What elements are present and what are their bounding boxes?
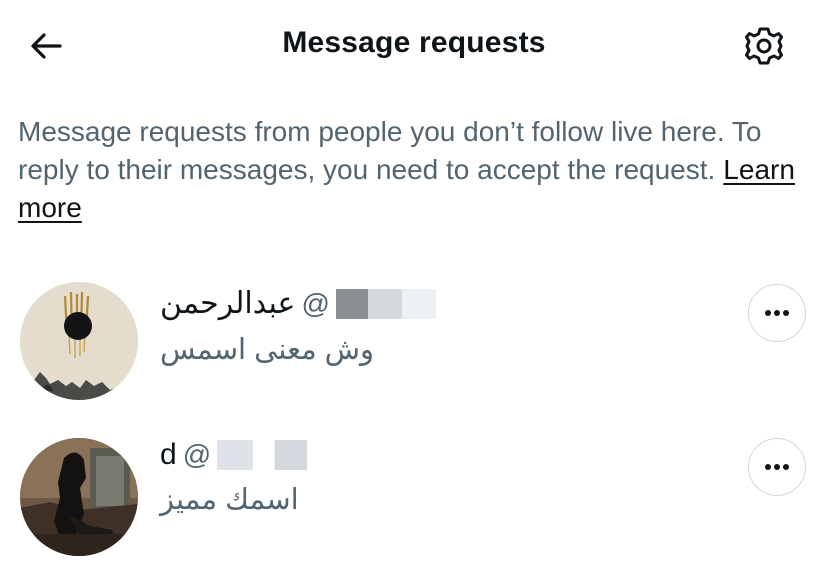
avatar[interactable] — [20, 438, 138, 556]
info-text-block: Message requests from people you don’t f… — [18, 113, 798, 227]
message-preview: اسمك مميز — [160, 484, 299, 516]
gear-icon — [745, 27, 783, 65]
sender-name-line: عبدالرحمن @ — [160, 286, 436, 321]
avatar-image — [20, 282, 138, 400]
more-horizontal-icon — [765, 310, 789, 316]
sender-name-line: d @ — [160, 438, 308, 472]
more-options-button[interactable] — [748, 438, 806, 496]
sender-display-name: d — [160, 438, 177, 471]
info-text: Message requests from people you don’t f… — [18, 116, 762, 185]
message-preview: وش معنى اسمس — [160, 334, 375, 366]
avatar-image — [20, 438, 138, 556]
request-item[interactable]: d @ اسمك مميز — [0, 430, 828, 560]
sender-handle-prefix: @ — [301, 287, 330, 319]
page-title: Message requests — [282, 26, 546, 59]
sender-display-name: عبدالرحمن — [160, 287, 296, 320]
sender-handle-prefix: @ — [182, 439, 212, 470]
redacted-handle — [335, 288, 436, 319]
request-item[interactable]: عبدالرحمن @ وش معنى اسمس — [0, 276, 828, 406]
settings-button[interactable] — [738, 20, 790, 72]
redacted-handle — [217, 440, 308, 470]
more-horizontal-icon — [765, 464, 789, 470]
avatar[interactable] — [20, 282, 138, 400]
top-bar: Message requests — [0, 0, 828, 92]
more-options-button[interactable] — [748, 284, 806, 342]
